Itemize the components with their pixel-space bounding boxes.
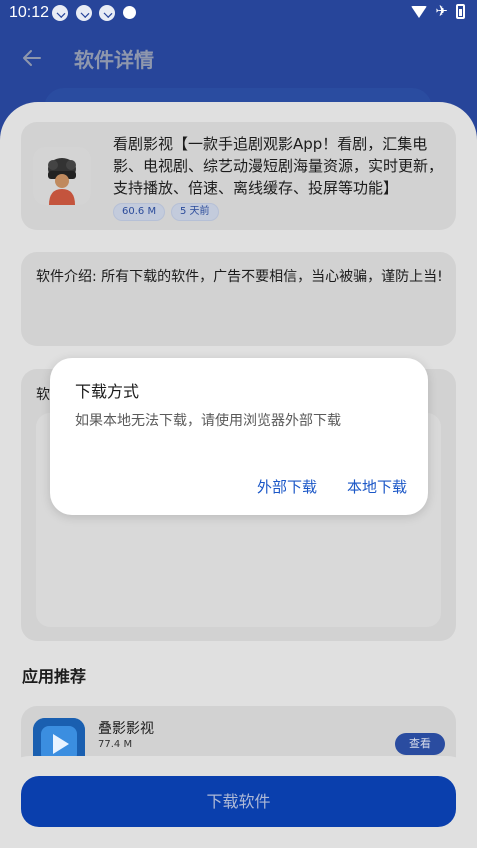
external-download-button[interactable]: 外部下载 bbox=[257, 476, 317, 497]
download-notification-icon bbox=[52, 5, 68, 21]
download-notification-icon bbox=[76, 5, 92, 21]
app-description: 看剧影视【一款手追剧观影App！看剧，汇集电影、电视剧、综艺动漫短剧海量资源，实… bbox=[113, 135, 443, 197]
view-button[interactable]: 查看 bbox=[395, 733, 445, 755]
download-notification-icon bbox=[99, 5, 115, 21]
app-size-badge: 60.6 M bbox=[113, 203, 166, 221]
notification-dot-icon bbox=[123, 6, 136, 19]
recommend-app-size: 77.4 M bbox=[98, 739, 133, 750]
status-bar: 10:12 ✈ bbox=[0, 0, 477, 28]
status-time: 10:12 bbox=[9, 4, 50, 21]
screenshots-label: 软 bbox=[36, 387, 50, 403]
download-button[interactable]: 下载软件 bbox=[21, 776, 456, 827]
back-button[interactable] bbox=[18, 44, 46, 72]
page-title: 软件详情 bbox=[74, 48, 154, 72]
app-updated-badge: 5 天前 bbox=[171, 203, 219, 221]
wifi-icon bbox=[411, 5, 428, 18]
recommend-title: 应用推荐 bbox=[22, 667, 87, 686]
dialog-message: 如果本地无法下载，请使用浏览器外部下载 bbox=[75, 413, 341, 429]
local-download-button[interactable]: 本地下载 bbox=[347, 476, 407, 497]
recommend-app-name: 叠影影视 bbox=[98, 721, 154, 737]
intro-card: 软件介绍: 所有下载的软件，广告不要相信，当心被骗，谨防上当! bbox=[21, 252, 456, 346]
intro-text: 软件介绍: 所有下载的软件，广告不要相信，当心被骗，谨防上当! bbox=[36, 269, 443, 285]
airplane-mode-icon: ✈ bbox=[435, 2, 448, 20]
arrow-left-icon bbox=[23, 50, 41, 66]
dialog-title: 下载方式 bbox=[75, 382, 140, 401]
app-logo-icon bbox=[33, 147, 91, 205]
battery-icon bbox=[456, 4, 465, 19]
download-method-dialog: 下载方式 如果本地无法下载，请使用浏览器外部下载 外部下载 本地下载 bbox=[50, 358, 428, 515]
app-info-card: 看剧影视【一款手追剧观影App！看剧，汇集电影、电视剧、综艺动漫短剧海量资源，实… bbox=[21, 122, 456, 230]
